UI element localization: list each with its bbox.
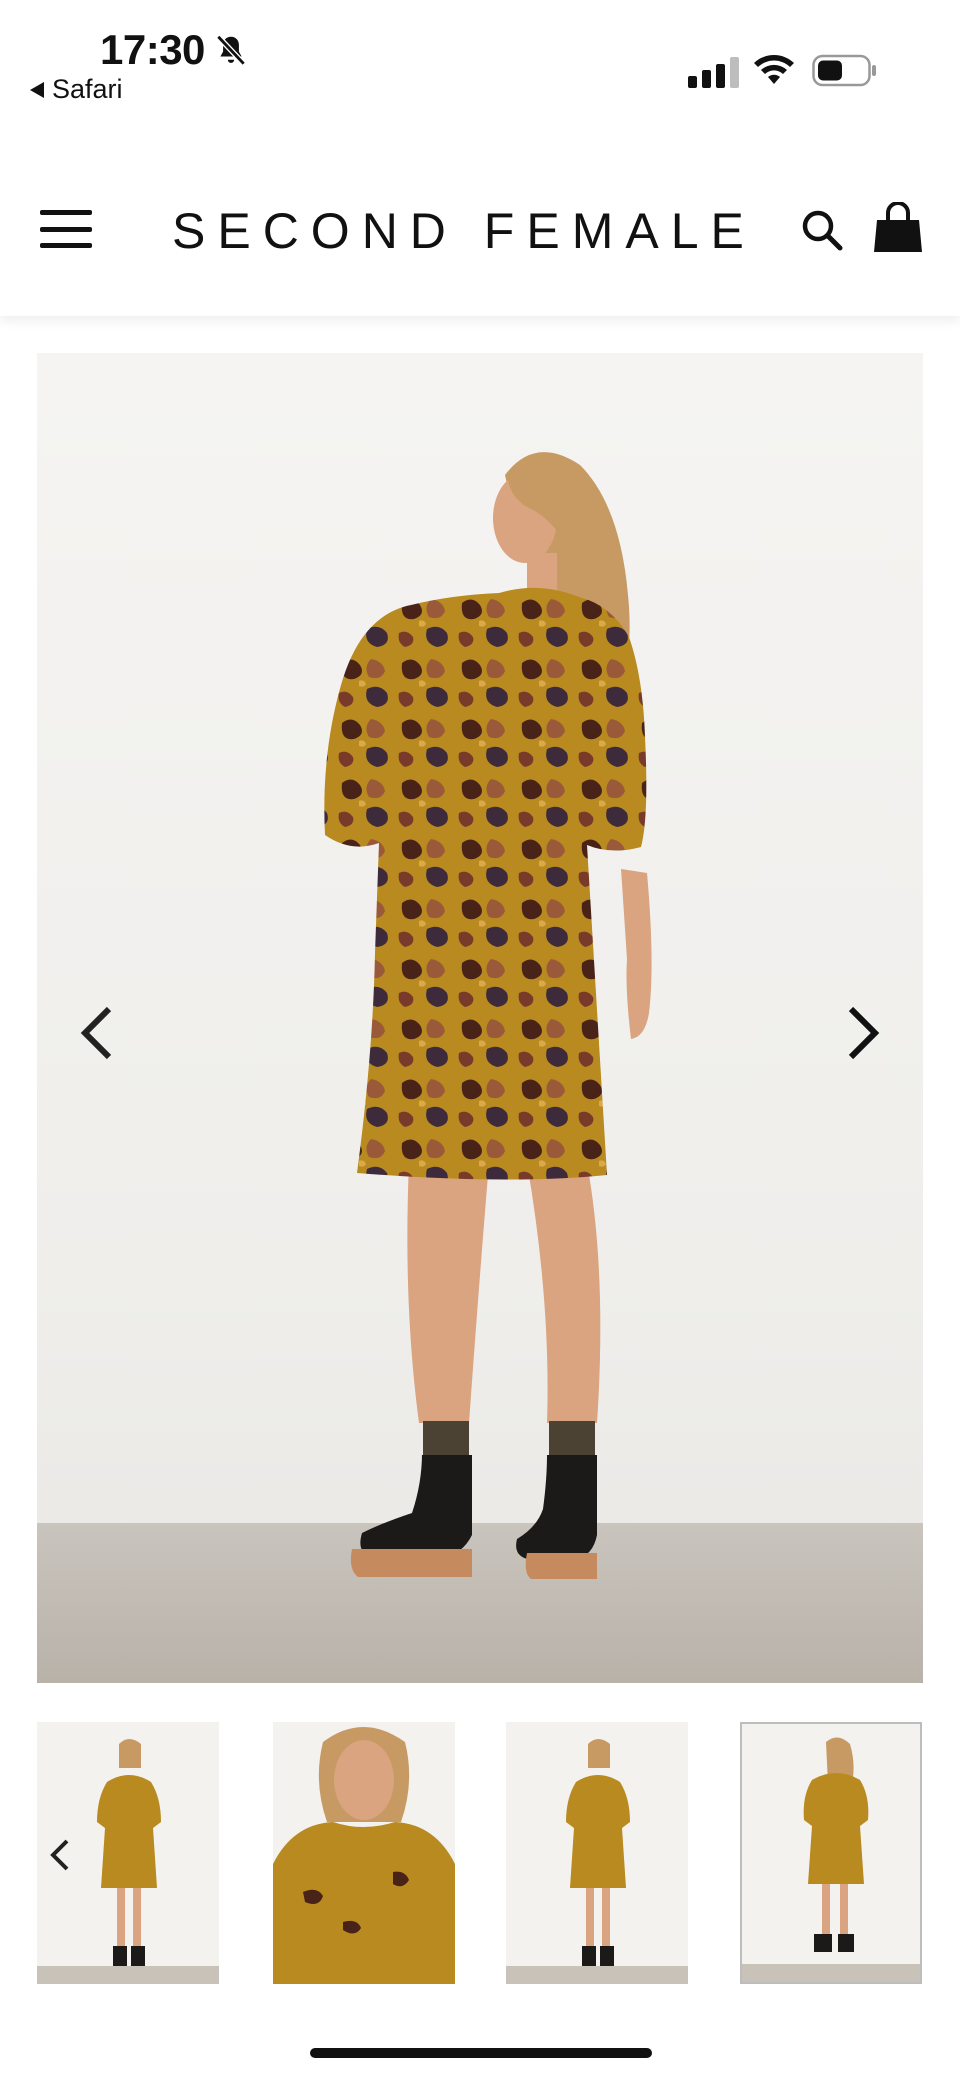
back-app-label: Safari xyxy=(52,74,123,104)
clock: 17:30 xyxy=(100,26,205,73)
brand-logo[interactable]: SECOND FEMALE xyxy=(172,202,756,260)
back-triangle-icon xyxy=(30,81,44,98)
gallery-next-button[interactable] xyxy=(833,993,893,1073)
status-bar: 17:30 Safari xyxy=(0,0,960,120)
shopping-bag-icon[interactable] xyxy=(872,202,924,254)
thumbnail-front-full[interactable] xyxy=(37,1722,219,1984)
product-main-image[interactable] xyxy=(37,353,923,1683)
thumbnail-front-closeup[interactable] xyxy=(273,1722,455,1984)
thumbnail-front-full-2[interactable] xyxy=(506,1722,688,1984)
bell-slash-icon xyxy=(216,34,246,66)
thumbnail-figure xyxy=(803,1737,869,1952)
chevron-left-icon xyxy=(80,1006,112,1060)
thumbnail-prev-button[interactable] xyxy=(40,1830,80,1880)
chevron-left-icon xyxy=(50,1839,69,1871)
back-to-safari[interactable]: Safari xyxy=(30,74,123,105)
model-back-view xyxy=(324,452,652,1579)
chevron-right-icon xyxy=(848,1006,880,1060)
thumbnail-figure xyxy=(273,1727,455,1984)
wifi-icon xyxy=(754,55,794,84)
search-icon[interactable] xyxy=(800,208,844,252)
home-indicator[interactable] xyxy=(310,2048,652,2058)
thumbnail-strip xyxy=(37,1722,923,1984)
thumbnail-back-full[interactable] xyxy=(740,1722,922,1984)
gallery-prev-button[interactable] xyxy=(67,993,127,1073)
battery-icon xyxy=(812,54,876,87)
thumbnail-figure xyxy=(566,1739,630,1966)
site-header: SECOND FEMALE xyxy=(0,150,960,316)
cellular-signal-icon xyxy=(688,56,739,88)
menu-icon[interactable] xyxy=(40,210,92,248)
